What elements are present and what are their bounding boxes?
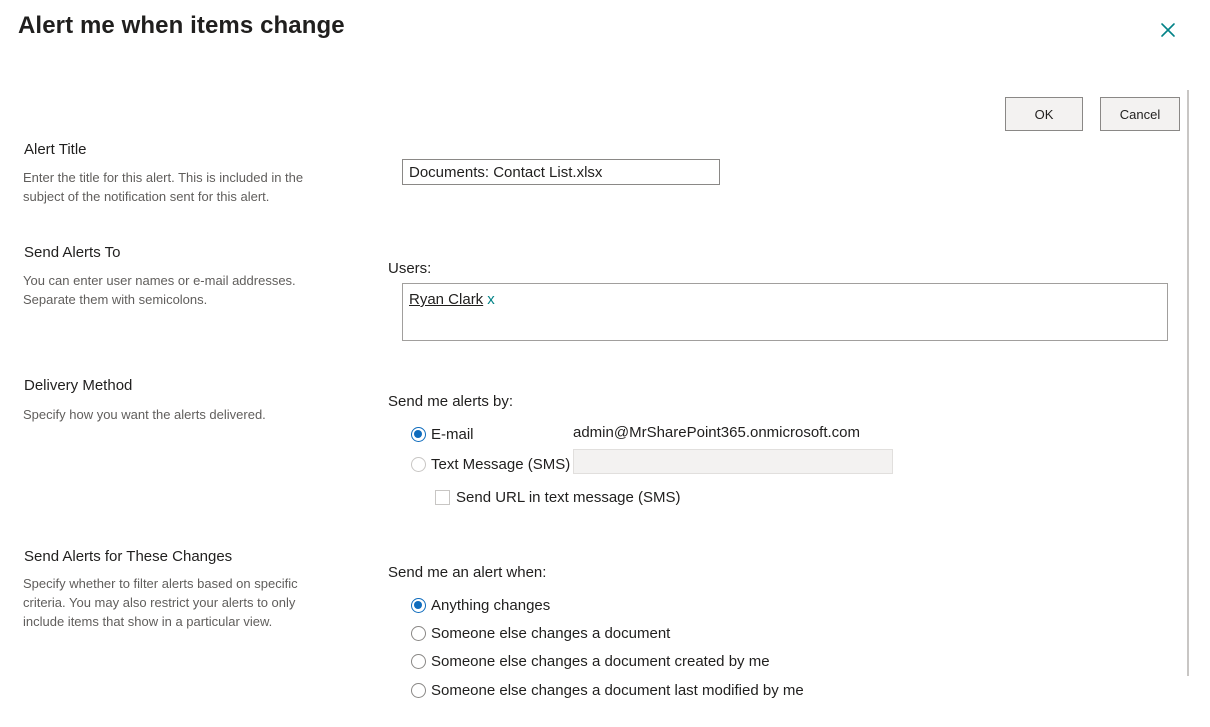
alert-title-description: Enter the title for this alert. This is … (23, 170, 304, 204)
changes-description: Specify whether to filter alerts based o… (23, 576, 298, 629)
change-label-anything[interactable]: Anything changes (431, 597, 550, 614)
close-icon (1161, 23, 1175, 37)
send-by-label: Send me alerts by: (388, 393, 514, 410)
email-address: admin@MrSharePoint365.onmicrosoft.com (573, 424, 861, 441)
change-label-created-by-me[interactable]: Someone else changes a document created … (431, 653, 770, 670)
email-radio[interactable] (411, 426, 426, 442)
email-option[interactable]: E-mail (411, 424, 474, 444)
change-radio-modified-by-me[interactable] (411, 682, 426, 698)
user-chip: Ryan Clark x (409, 291, 495, 308)
email-label[interactable]: E-mail (431, 426, 474, 443)
change-label-someone-else[interactable]: Someone else changes a document (431, 625, 670, 642)
users-picker[interactable]: Ryan Clark x (402, 283, 1168, 341)
change-option-someone-else[interactable]: Someone else changes a document (411, 623, 670, 643)
alert-dialog: Alert me when items change OK Cancel Ale… (0, 0, 1210, 727)
change-radio-someone-else[interactable] (411, 625, 426, 641)
change-option-anything[interactable]: Anything changes (411, 595, 550, 615)
send-to-heading: Send Alerts To (24, 244, 121, 261)
sms-url-checkbox[interactable] (435, 489, 450, 505)
sms-label[interactable]: Text Message (SMS) (431, 456, 570, 473)
sms-url-label[interactable]: Send URL in text message (SMS) (456, 489, 681, 506)
users-label: Users: (388, 260, 432, 277)
alert-title-input[interactable] (402, 159, 720, 185)
ok-button[interactable]: OK (1005, 97, 1083, 131)
scrollbar[interactable] (1187, 90, 1189, 676)
change-radio-anything[interactable] (411, 597, 426, 613)
sms-option[interactable]: Text Message (SMS) (411, 454, 570, 474)
change-option-created-by-me[interactable]: Someone else changes a document created … (411, 651, 770, 671)
close-button[interactable] (1156, 18, 1180, 42)
delivery-heading: Delivery Method (24, 377, 133, 394)
alert-when-label: Send me an alert when: (388, 564, 547, 581)
cancel-button[interactable]: Cancel (1100, 97, 1180, 131)
sms-radio[interactable] (411, 456, 426, 472)
dialog-title: Alert me when items change (18, 12, 345, 39)
send-to-description: You can enter user names or e-mail addre… (23, 273, 296, 307)
sms-number-input[interactable] (573, 449, 893, 474)
sms-url-option[interactable]: Send URL in text message (SMS) (435, 487, 681, 507)
change-label-modified-by-me[interactable]: Someone else changes a document last mod… (431, 682, 804, 699)
remove-user-button[interactable]: x (487, 291, 495, 308)
delivery-description: Specify how you want the alerts delivere… (23, 407, 266, 422)
change-radio-created-by-me[interactable] (411, 653, 426, 669)
change-option-modified-by-me[interactable]: Someone else changes a document last mod… (411, 680, 804, 700)
alert-title-heading: Alert Title (24, 141, 87, 158)
user-name-link[interactable]: Ryan Clark (409, 291, 483, 308)
changes-heading: Send Alerts for These Changes (24, 548, 233, 565)
